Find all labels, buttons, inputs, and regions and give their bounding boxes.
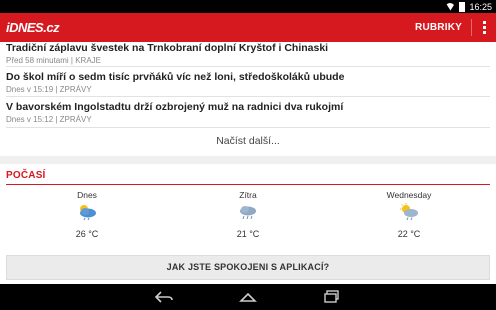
feedback-button[interactable]: JAK JSTE SPOKOJENI S APLIKACÍ? bbox=[6, 255, 490, 280]
divider bbox=[6, 127, 490, 128]
battery-icon bbox=[459, 1, 466, 12]
forecast-temp: 22 °C bbox=[397, 229, 421, 239]
news-item[interactable]: Tradiční záplavu švestek na Trnkobraní d… bbox=[6, 42, 490, 65]
sun-behind-rain-cloud-icon bbox=[80, 205, 96, 221]
navigation-bar bbox=[0, 284, 496, 310]
news-meta: Dnes v 15:12 | ZPRÁVY bbox=[6, 115, 92, 124]
section-separator bbox=[0, 156, 496, 164]
divider bbox=[6, 66, 490, 67]
forecast-day[interactable]: Zítra 21 °C bbox=[188, 190, 308, 239]
load-more-button[interactable]: Načíst další... bbox=[0, 130, 496, 152]
action-bar: iDNES.cz RUBRIKY bbox=[0, 13, 496, 42]
weather-title-underline bbox=[6, 184, 490, 185]
recent-apps-icon[interactable] bbox=[320, 288, 344, 306]
divider bbox=[6, 96, 490, 97]
news-meta: Dnes v 15:19 | ZPRÁVY bbox=[6, 85, 92, 94]
action-bar-divider bbox=[471, 19, 472, 36]
sun-cloud-drizzle-icon bbox=[400, 203, 418, 221]
news-title: V bavorském Ingolstadtu drží ozbrojený m… bbox=[6, 101, 344, 113]
status-time: 16:25 bbox=[469, 1, 492, 12]
home-icon[interactable] bbox=[236, 288, 260, 306]
forecast-temp: 21 °C bbox=[236, 229, 260, 239]
weather-section-title: POČASÍ bbox=[6, 170, 46, 181]
rubriky-button[interactable]: RUBRIKY bbox=[415, 22, 462, 33]
overflow-menu-icon[interactable] bbox=[483, 21, 486, 34]
weather-forecast[interactable]: Dnes 26 °C Zítra 21 °C Wednesday 22 °C bbox=[0, 190, 496, 245]
app-logo[interactable]: iDNES.cz bbox=[6, 20, 60, 35]
news-title: Tradiční záplavu švestek na Trnkobraní d… bbox=[6, 42, 329, 54]
status-bar: 16:25 bbox=[0, 0, 496, 13]
forecast-day-name: Dnes bbox=[77, 190, 97, 200]
forecast-day[interactable]: Wednesday 22 °C bbox=[349, 190, 469, 239]
forecast-day[interactable]: Dnes 26 °C bbox=[27, 190, 147, 239]
news-item[interactable]: V bavorském Ingolstadtu drží ozbrojený m… bbox=[6, 101, 490, 124]
news-item[interactable]: Do škol míří o sedm tisíc prvňáků víc ne… bbox=[6, 71, 490, 94]
news-title: Do škol míří o sedm tisíc prvňáků víc ne… bbox=[6, 71, 345, 83]
forecast-temp: 26 °C bbox=[75, 229, 99, 239]
forecast-day-name: Zítra bbox=[239, 190, 257, 200]
forecast-day-name: Wednesday bbox=[386, 190, 432, 200]
cloud-drizzle-icon bbox=[240, 206, 256, 220]
wifi-icon bbox=[445, 2, 456, 11]
news-meta: Před 58 minutami | KRAJE bbox=[6, 56, 102, 65]
back-icon[interactable] bbox=[152, 288, 176, 306]
